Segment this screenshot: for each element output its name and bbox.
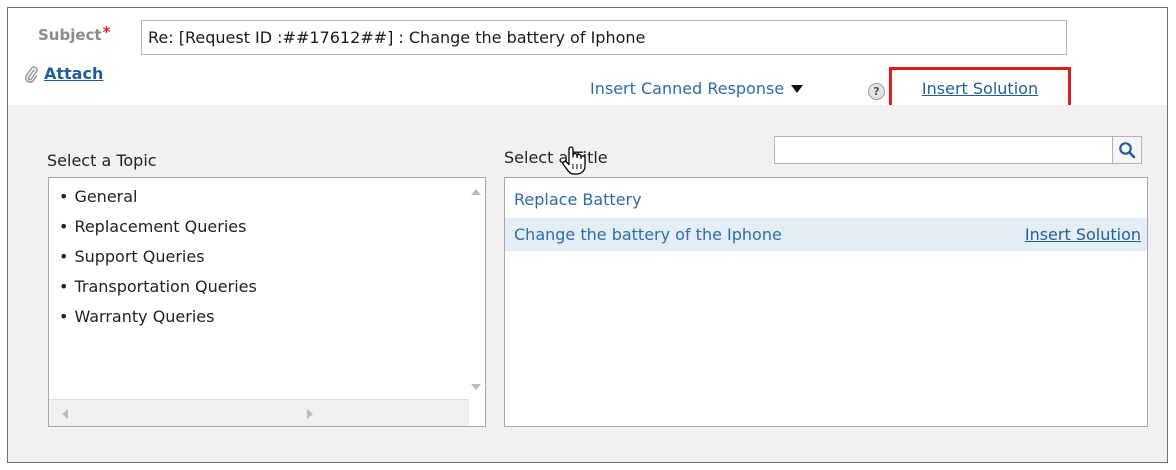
horizontal-scrollbar[interactable] [49,399,469,426]
scroll-up-arrow-icon[interactable] [471,189,481,195]
topic-item-transportation-queries[interactable]: Transportation Queries [59,272,256,302]
reply-form: Subject* Attach Insert Canned Response ?… [7,7,1168,463]
vertical-scrollbar[interactable] [468,178,485,400]
search-button[interactable] [1112,136,1142,164]
row-insert-solution-link[interactable]: Insert Solution [1025,225,1141,244]
topic-item-warranty-queries[interactable]: Warranty Queries [59,302,257,332]
title-row-change-battery[interactable]: Change the battery of the Iphone Insert … [505,218,1147,251]
topic-label: Select a Topic [47,151,157,170]
scroll-left-arrow-icon[interactable] [62,409,68,419]
insert-canned-response-dropdown[interactable]: Insert Canned Response [590,79,804,98]
subject-input[interactable] [141,20,1067,55]
solution-panel: Select a Topic Select a Title General Re… [8,105,1167,462]
chevron-down-icon [791,84,804,93]
topic-list-box[interactable]: General Replacement Queries Support Quer… [48,177,486,427]
attach-link[interactable]: Attach [44,64,103,83]
scroll-down-arrow-icon[interactable] [471,384,481,390]
magnifier-icon [1119,142,1136,159]
title-row-label: Replace Battery [514,190,642,209]
required-marker: * [102,23,111,41]
paperclip-icon [25,65,38,83]
subject-label-text: Subject [38,26,102,44]
insert-solution-link[interactable]: Insert Solution [889,67,1071,109]
title-row-replace-battery[interactable]: Replace Battery [505,183,1147,216]
topic-item-general[interactable]: General [59,182,257,212]
subject-label: Subject* [38,23,111,44]
title-list-box: Replace Battery Change the battery of th… [504,177,1148,427]
title-label: Select a Title [504,148,608,167]
canned-response-label: Insert Canned Response [590,79,785,98]
attach-control[interactable]: Attach [24,64,103,83]
question-mark-icon[interactable]: ? [868,83,885,100]
scroll-right-arrow-icon[interactable] [307,409,313,419]
topic-list: General Replacement Queries Support Quer… [59,182,257,332]
topic-item-support-queries[interactable]: Support Queries [59,242,257,272]
title-row-label: Change the battery of the Iphone [514,225,782,244]
title-search-input[interactable] [774,136,1112,164]
topic-item-replacement-queries[interactable]: Replacement Queries [59,212,257,242]
